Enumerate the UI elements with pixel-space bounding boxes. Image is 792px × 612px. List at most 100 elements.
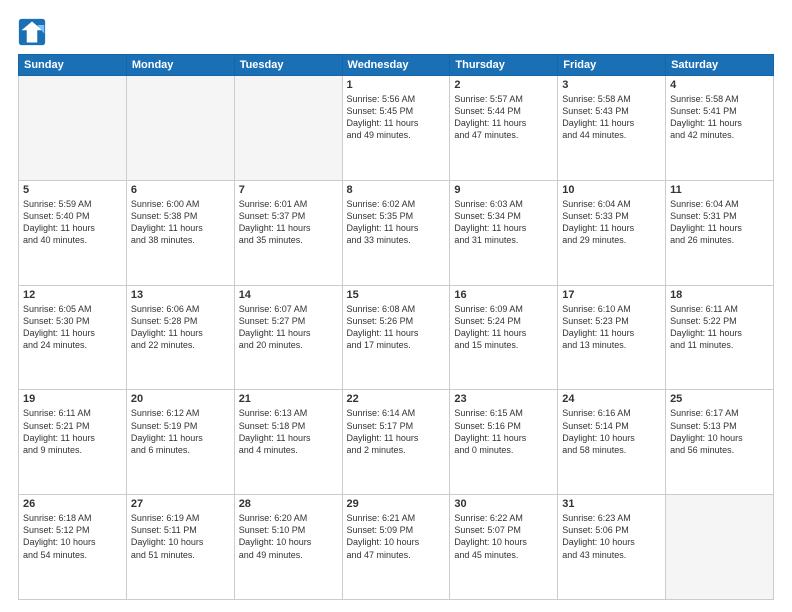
- day-number: 20: [131, 393, 230, 405]
- calendar-cell: 13Sunrise: 6:06 AM Sunset: 5:28 PM Dayli…: [126, 285, 234, 390]
- day-info: Sunrise: 6:01 AM Sunset: 5:37 PM Dayligh…: [239, 198, 338, 247]
- day-number: 31: [562, 498, 661, 510]
- calendar-cell: 6 Sunrise: 6:00 AM Sunset: 5:38 PM Daylig…: [126, 180, 234, 285]
- day-number: 28: [239, 498, 338, 510]
- day-number: 21: [239, 393, 338, 405]
- day-info: Sunrise: 6:22 AM Sunset: 5:07 PM Dayligh…: [454, 512, 553, 561]
- day-number: 7: [239, 184, 338, 196]
- day-number: 27: [131, 498, 230, 510]
- day-number: 18: [670, 289, 769, 301]
- calendar-table: SundayMondayTuesdayWednesdayThursdayFrid…: [18, 54, 774, 600]
- day-info: Sunrise: 6:00 AM Sunset: 5:38 PM Dayligh…: [131, 198, 230, 247]
- week-row-3: 12 Sunrise: 6:05 AM Sunset: 5:30 PM Dayli…: [19, 285, 774, 390]
- col-header-tuesday: Tuesday: [234, 55, 342, 76]
- calendar-cell: 14 Sunrise: 6:07 AM Sunset: 5:27 PM Dayli…: [234, 285, 342, 390]
- day-info: Sunrise: 5:58 AM Sunset: 5:41 PM Dayligh…: [670, 93, 769, 142]
- day-number: 12: [23, 289, 122, 301]
- calendar-cell: 3 Sunrise: 5:58 AM Sunset: 5:43 PM Daylig…: [558, 76, 666, 181]
- page: SundayMondayTuesdayWednesdayThursdayFrid…: [0, 0, 792, 612]
- day-number: 22: [347, 393, 446, 405]
- day-info: Sunrise: 6:12 AM Sunset: 5:19 PM Dayligh…: [131, 407, 230, 456]
- day-info: Sunrise: 5:59 AM Sunset: 5:40 PM Dayligh…: [23, 198, 122, 247]
- week-row-1: 1 Sunrise: 5:56 AM Sunset: 5:45 PM Daylig…: [19, 76, 774, 181]
- col-header-wednesday: Wednesday: [342, 55, 450, 76]
- calendar-cell: 11Sunrise: 6:04 AM Sunset: 5:31 PM Dayli…: [666, 180, 774, 285]
- day-number: 9: [454, 184, 553, 196]
- day-info: Sunrise: 6:16 AM Sunset: 5:14 PM Dayligh…: [562, 407, 661, 456]
- day-number: 14: [239, 289, 338, 301]
- calendar-cell: 8 Sunrise: 6:02 AM Sunset: 5:35 PM Daylig…: [342, 180, 450, 285]
- day-info: Sunrise: 6:18 AM Sunset: 5:12 PM Dayligh…: [23, 512, 122, 561]
- calendar-cell: [19, 76, 127, 181]
- week-row-2: 5 Sunrise: 5:59 AM Sunset: 5:40 PM Daylig…: [19, 180, 774, 285]
- calendar-cell: 12 Sunrise: 6:05 AM Sunset: 5:30 PM Dayli…: [19, 285, 127, 390]
- calendar-cell: 23 Sunrise: 6:15 AM Sunset: 5:16 PM Dayli…: [450, 390, 558, 495]
- day-number: 16: [454, 289, 553, 301]
- calendar-cell: 19 Sunrise: 6:11 AM Sunset: 5:21 PM Dayli…: [19, 390, 127, 495]
- day-number: 10: [562, 184, 661, 196]
- day-number: 26: [23, 498, 122, 510]
- calendar-cell: 7 Sunrise: 6:01 AM Sunset: 5:37 PM Daylig…: [234, 180, 342, 285]
- calendar-cell: 28 Sunrise: 6:20 AM Sunset: 5:10 PM Dayli…: [234, 495, 342, 600]
- day-info: Sunrise: 6:14 AM Sunset: 5:17 PM Dayligh…: [347, 407, 446, 456]
- logo: [18, 18, 50, 46]
- calendar-cell: [126, 76, 234, 181]
- day-number: 19: [23, 393, 122, 405]
- week-row-5: 26 Sunrise: 6:18 AM Sunset: 5:12 PM Dayli…: [19, 495, 774, 600]
- calendar-cell: 27 Sunrise: 6:19 AM Sunset: 5:11 PM Dayli…: [126, 495, 234, 600]
- day-info: Sunrise: 6:11 AM Sunset: 5:22 PM Dayligh…: [670, 303, 769, 352]
- day-info: Sunrise: 6:05 AM Sunset: 5:30 PM Dayligh…: [23, 303, 122, 352]
- day-info: Sunrise: 6:15 AM Sunset: 5:16 PM Dayligh…: [454, 407, 553, 456]
- day-number: 23: [454, 393, 553, 405]
- day-number: 15: [347, 289, 446, 301]
- day-number: 2: [454, 79, 553, 91]
- day-number: 8: [347, 184, 446, 196]
- day-info: Sunrise: 6:04 AM Sunset: 5:33 PM Dayligh…: [562, 198, 661, 247]
- calendar-cell: 10 Sunrise: 6:04 AM Sunset: 5:33 PM Dayli…: [558, 180, 666, 285]
- col-header-monday: Monday: [126, 55, 234, 76]
- day-number: 11: [670, 184, 769, 196]
- calendar-cell: 18 Sunrise: 6:11 AM Sunset: 5:22 PM Dayli…: [666, 285, 774, 390]
- day-number: 30: [454, 498, 553, 510]
- day-info: Sunrise: 5:56 AM Sunset: 5:45 PM Dayligh…: [347, 93, 446, 142]
- day-info: Sunrise: 6:23 AM Sunset: 5:06 PM Dayligh…: [562, 512, 661, 561]
- day-info: Sunrise: 6:21 AM Sunset: 5:09 PM Dayligh…: [347, 512, 446, 561]
- day-info: Sunrise: 6:20 AM Sunset: 5:10 PM Dayligh…: [239, 512, 338, 561]
- calendar-cell: 2 Sunrise: 5:57 AM Sunset: 5:44 PM Daylig…: [450, 76, 558, 181]
- calendar-cell: 30 Sunrise: 6:22 AM Sunset: 5:07 PM Dayli…: [450, 495, 558, 600]
- day-number: 13: [131, 289, 230, 301]
- day-info: Sunrise: 6:09 AM Sunset: 5:24 PM Dayligh…: [454, 303, 553, 352]
- day-number: 3: [562, 79, 661, 91]
- day-info: Sunrise: 6:17 AM Sunset: 5:13 PM Dayligh…: [670, 407, 769, 456]
- calendar-header-row: SundayMondayTuesdayWednesdayThursdayFrid…: [19, 55, 774, 76]
- day-info: Sunrise: 6:19 AM Sunset: 5:11 PM Dayligh…: [131, 512, 230, 561]
- day-info: Sunrise: 6:02 AM Sunset: 5:35 PM Dayligh…: [347, 198, 446, 247]
- day-number: 5: [23, 184, 122, 196]
- calendar-cell: 17Sunrise: 6:10 AM Sunset: 5:23 PM Dayli…: [558, 285, 666, 390]
- calendar-cell: 1 Sunrise: 5:56 AM Sunset: 5:45 PM Daylig…: [342, 76, 450, 181]
- calendar-cell: 15Sunrise: 6:08 AM Sunset: 5:26 PM Dayli…: [342, 285, 450, 390]
- calendar-cell: 20 Sunrise: 6:12 AM Sunset: 5:19 PM Dayli…: [126, 390, 234, 495]
- header: [18, 18, 774, 46]
- day-number: 24: [562, 393, 661, 405]
- day-info: Sunrise: 6:10 AM Sunset: 5:23 PM Dayligh…: [562, 303, 661, 352]
- day-number: 29: [347, 498, 446, 510]
- week-row-4: 19 Sunrise: 6:11 AM Sunset: 5:21 PM Dayli…: [19, 390, 774, 495]
- day-number: 4: [670, 79, 769, 91]
- day-info: Sunrise: 5:58 AM Sunset: 5:43 PM Dayligh…: [562, 93, 661, 142]
- calendar-cell: 22 Sunrise: 6:14 AM Sunset: 5:17 PM Dayli…: [342, 390, 450, 495]
- day-info: Sunrise: 5:57 AM Sunset: 5:44 PM Dayligh…: [454, 93, 553, 142]
- logo-icon: [18, 18, 46, 46]
- calendar-cell: [666, 495, 774, 600]
- col-header-saturday: Saturday: [666, 55, 774, 76]
- day-info: Sunrise: 6:07 AM Sunset: 5:27 PM Dayligh…: [239, 303, 338, 352]
- calendar-cell: 16 Sunrise: 6:09 AM Sunset: 5:24 PM Dayli…: [450, 285, 558, 390]
- day-number: 1: [347, 79, 446, 91]
- col-header-thursday: Thursday: [450, 55, 558, 76]
- day-info: Sunrise: 6:11 AM Sunset: 5:21 PM Dayligh…: [23, 407, 122, 456]
- calendar-cell: 4 Sunrise: 5:58 AM Sunset: 5:41 PM Daylig…: [666, 76, 774, 181]
- day-info: Sunrise: 6:03 AM Sunset: 5:34 PM Dayligh…: [454, 198, 553, 247]
- day-number: 6: [131, 184, 230, 196]
- col-header-sunday: Sunday: [19, 55, 127, 76]
- calendar-cell: 24 Sunrise: 6:16 AM Sunset: 5:14 PM Dayli…: [558, 390, 666, 495]
